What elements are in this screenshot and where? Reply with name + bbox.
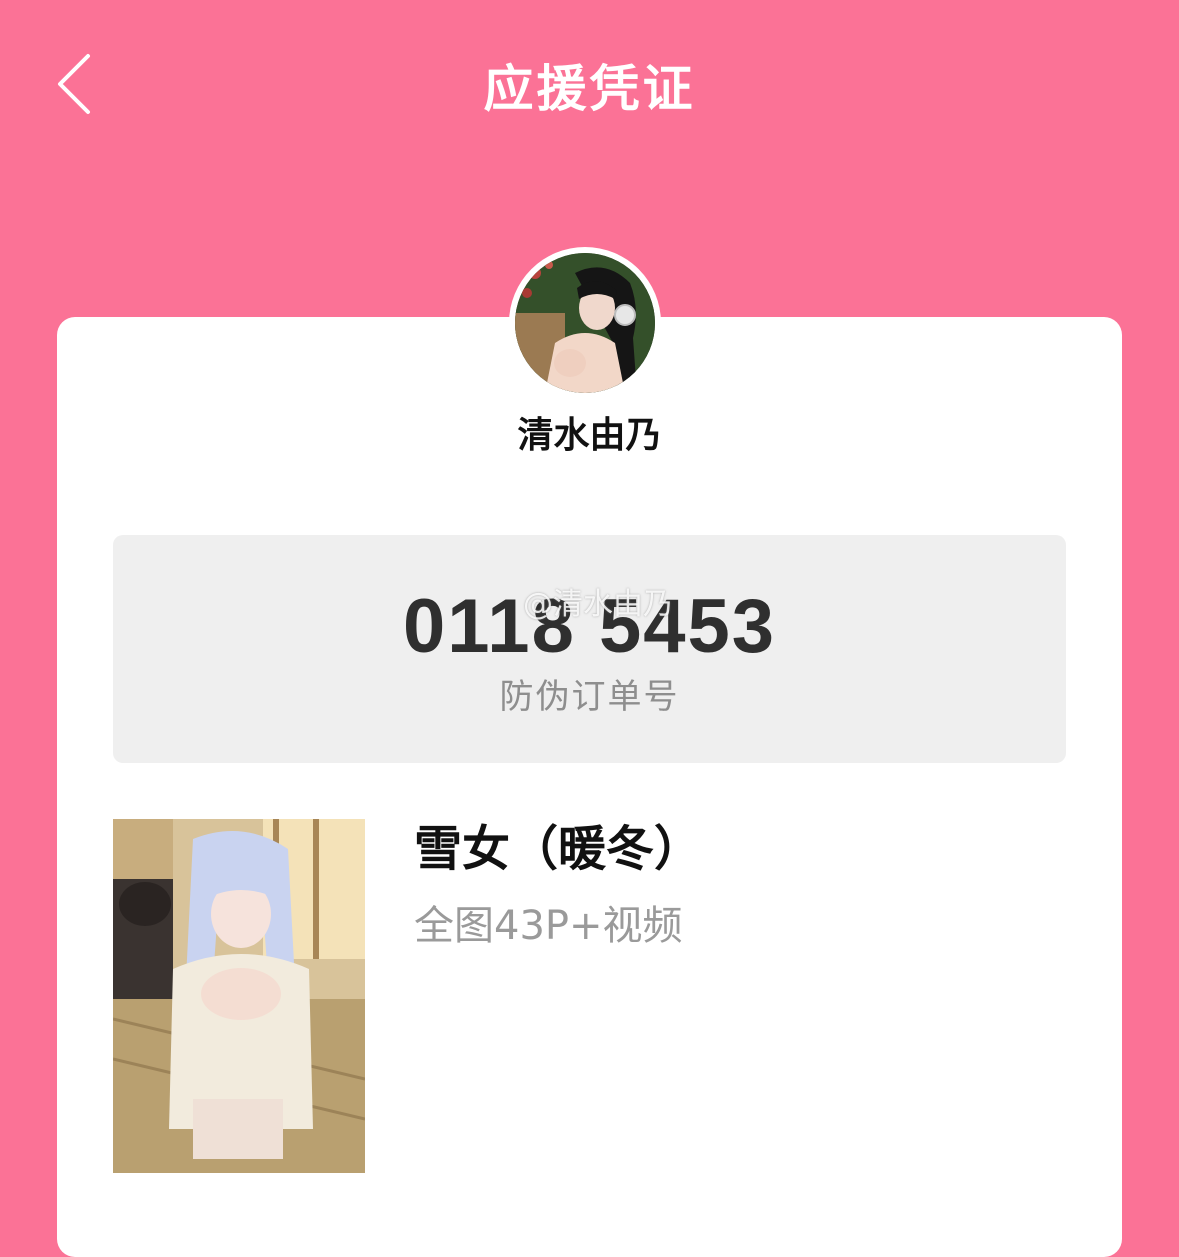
watermark-text: @清水由乃	[523, 587, 673, 622]
nav-bar: 应援凭证	[0, 0, 1179, 170]
order-number-label: 防伪订单号	[499, 677, 680, 717]
product-subtitle: 全图43P+视频	[414, 903, 683, 949]
avatar-photo	[515, 253, 655, 393]
anti-counterfeit-box: 0118 5453 @清水由乃 防伪订单号	[113, 535, 1066, 763]
creator-name: 清水由乃	[517, 415, 662, 456]
product-title: 雪女（暖冬）	[414, 821, 703, 877]
page-title: 应援凭证	[483, 60, 696, 118]
avatar[interactable]	[509, 247, 661, 399]
product-thumbnail[interactable]	[113, 819, 365, 1173]
